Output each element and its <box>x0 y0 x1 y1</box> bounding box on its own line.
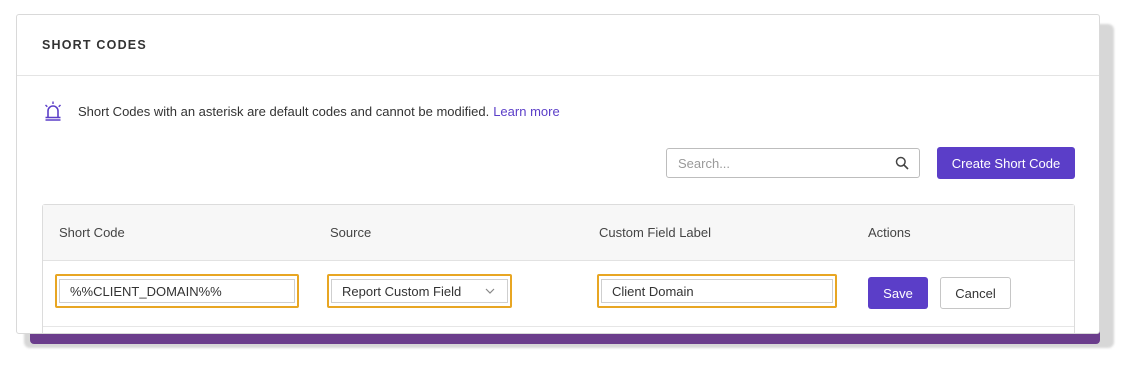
column-header-short-code: Short Code <box>59 225 125 240</box>
column-header-custom-field-label: Custom Field Label <box>599 225 711 240</box>
info-notice: Short Codes with an asterisk are default… <box>42 100 560 122</box>
search-box[interactable] <box>666 148 920 178</box>
short-code-field[interactable]: %%CLIENT_DOMAIN%% <box>55 274 299 308</box>
column-header-actions: Actions <box>868 225 911 240</box>
short-code-input[interactable]: %%CLIENT_DOMAIN%% <box>59 279 295 303</box>
custom-field-label-field[interactable]: Client Domain <box>597 274 837 308</box>
table-row-edit: %%CLIENT_DOMAIN%% Report Custom Field Cl… <box>43 261 1074 327</box>
save-button[interactable]: Save <box>868 277 928 309</box>
source-select-box[interactable]: Report Custom Field <box>331 279 508 303</box>
column-header-source: Source <box>330 225 372 240</box>
short-codes-table: Short Code Source Custom Field Label Act… <box>42 204 1075 333</box>
search-input[interactable] <box>667 150 895 176</box>
source-select[interactable]: Report Custom Field <box>327 274 512 308</box>
short-codes-card: SHORT CODES Short Codes with an asterisk… <box>16 14 1100 334</box>
alarm-icon <box>45 101 61 121</box>
table-header: Short Code Source Custom Field Label Act… <box>43 205 1074 261</box>
custom-field-label-input[interactable]: Client Domain <box>601 279 833 303</box>
card-header: SHORT CODES <box>17 15 1099 76</box>
chevron-down-icon <box>485 288 495 294</box>
cancel-button[interactable]: Cancel <box>940 277 1011 309</box>
learn-more-link[interactable]: Learn more <box>493 104 559 119</box>
page-title: SHORT CODES <box>42 38 147 52</box>
search-icon[interactable] <box>895 156 909 170</box>
create-short-code-button[interactable]: Create Short Code <box>937 147 1075 179</box>
source-select-value: Report Custom Field <box>342 283 462 299</box>
notice-text: Short Codes with an asterisk are default… <box>78 103 490 119</box>
